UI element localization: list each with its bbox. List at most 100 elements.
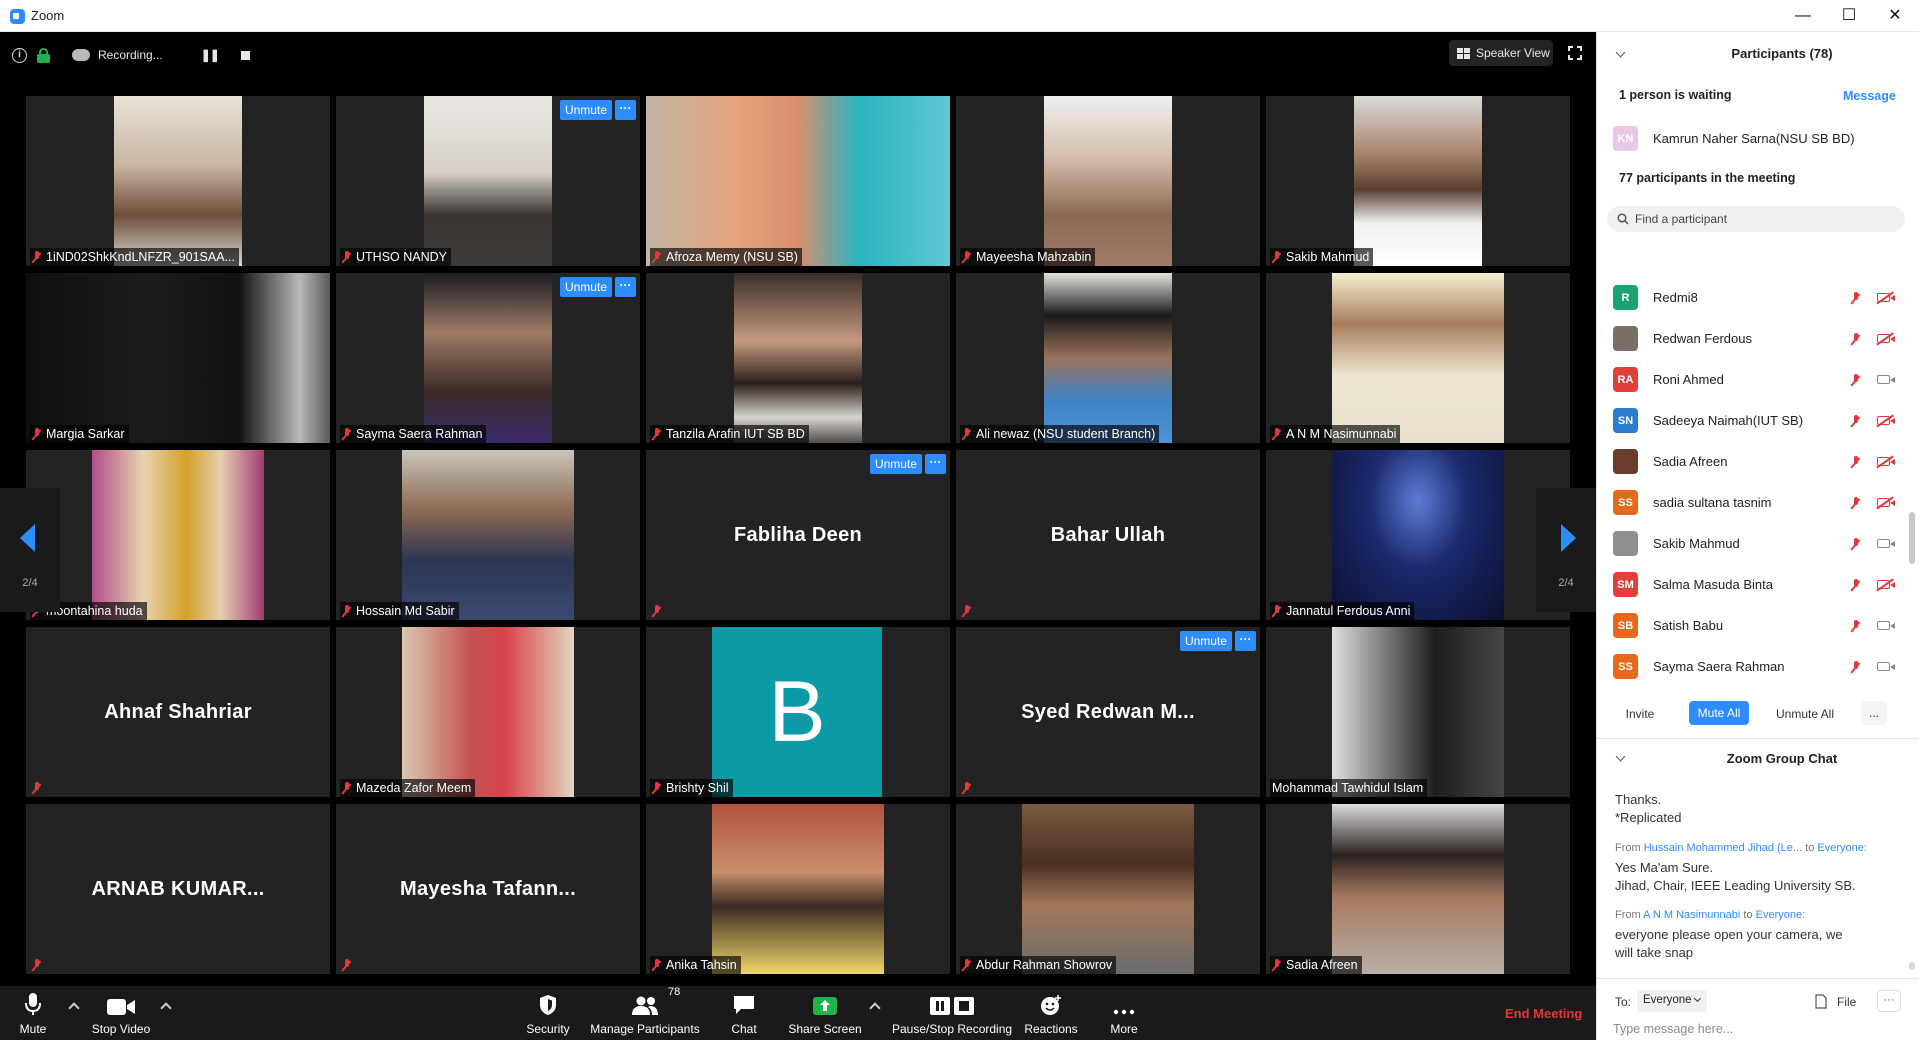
encryption-lock-icon[interactable] [37, 47, 50, 63]
video-tile[interactable]: Ali newaz (NSU student Branch) [956, 273, 1260, 443]
tile-more-button[interactable]: ··· [1235, 631, 1256, 651]
participant-row[interactable]: Sakib Mahmud [1613, 526, 1903, 562]
chat-recipient-link[interactable]: Everyone: [1817, 842, 1867, 854]
send-file-button[interactable]: File [1815, 992, 1859, 1012]
chat-recipient-dropdown[interactable]: Everyone [1637, 990, 1707, 1012]
chat-sender-link[interactable]: A N M Nasimunnabi [1643, 909, 1740, 921]
chat-sender-link[interactable]: Hussain Mohammed Jihad (Le... [1644, 842, 1802, 854]
video-camera-icon[interactable] [1877, 375, 1895, 384]
pause-recording-icon[interactable]: ❚❚ [201, 48, 220, 62]
video-camera-icon[interactable] [1877, 662, 1895, 671]
video-tile[interactable]: Tanzila Arafin IUT SB BD [646, 273, 950, 443]
video-tile[interactable]: Syed Redwan M... Unmute ··· [956, 627, 1260, 797]
video-tile[interactable]: Afroza Memy (NSU SB) [646, 96, 950, 266]
mute-all-button[interactable]: Mute All [1689, 701, 1749, 725]
collapse-chevron-icon[interactable] [1615, 751, 1626, 762]
participants-more-button[interactable]: ... [1861, 701, 1887, 725]
tile-more-button[interactable]: ··· [615, 100, 636, 120]
video-tile[interactable]: Bahar Ullah [956, 450, 1260, 620]
video-tile[interactable]: A N M Nasimunnabi [1266, 273, 1570, 443]
maximize-button[interactable]: ☐ [1826, 0, 1872, 32]
collapse-chevron-icon[interactable] [1615, 47, 1626, 58]
participant-row[interactable]: R Redmi8 [1613, 280, 1903, 316]
end-meeting-button[interactable]: End Meeting [1505, 1006, 1582, 1021]
manage-participants-button[interactable]: 78 Manage Participants [590, 986, 700, 1040]
video-off-icon[interactable] [1877, 498, 1895, 507]
video-camera-icon[interactable] [1877, 621, 1895, 630]
close-button[interactable]: ✕ [1872, 0, 1918, 32]
video-off-icon[interactable] [1877, 580, 1895, 589]
video-tile[interactable]: Abdur Rahman Showrov [956, 804, 1260, 974]
unmute-button[interactable]: Unmute [869, 454, 922, 474]
video-tile[interactable]: Mayeesha Mahzabin [956, 96, 1260, 266]
previous-page-button[interactable]: 2/4 [0, 488, 60, 612]
unmute-button[interactable]: Unmute [559, 100, 612, 120]
video-tile[interactable]: Sakib Mahmud [1266, 96, 1570, 266]
more-button[interactable]: More [1104, 986, 1144, 1040]
speaker-view-button[interactable]: Speaker View [1449, 40, 1553, 66]
participant-search[interactable]: Find a participant [1607, 206, 1905, 232]
video-off-icon[interactable] [1877, 293, 1895, 302]
muted-mic-icon[interactable] [1851, 455, 1861, 473]
muted-mic-icon[interactable] [1851, 660, 1861, 678]
participant-row[interactable]: Sadia Afreen [1613, 444, 1903, 480]
video-off-icon[interactable] [1877, 334, 1895, 343]
next-page-button[interactable]: 2/4 [1536, 488, 1596, 612]
unmute-button[interactable]: Unmute [1179, 631, 1232, 651]
muted-mic-icon[interactable] [1851, 537, 1861, 555]
video-tile[interactable]: Sadia Afreen [1266, 804, 1570, 974]
video-off-icon[interactable] [1877, 416, 1895, 425]
muted-mic-icon[interactable] [1851, 414, 1861, 432]
fullscreen-icon[interactable] [1568, 46, 1582, 60]
reactions-button[interactable]: Reactions [1024, 986, 1078, 1040]
pause-stop-recording-button[interactable]: Pause/Stop Recording [892, 986, 1012, 1040]
participant-row[interactable]: Redwan Ferdous [1613, 321, 1903, 357]
participant-row[interactable]: SN Sadeeya Naimah(IUT SB) [1613, 403, 1903, 439]
security-button[interactable]: Security [524, 986, 572, 1040]
chat-scrollbar[interactable] [1909, 962, 1915, 970]
tile-more-button[interactable]: ··· [615, 277, 636, 297]
chat-button[interactable]: Chat [726, 986, 762, 1040]
chat-more-button[interactable]: ··· [1877, 990, 1901, 1012]
video-tile[interactable]: 1iND02ShkKndLNFZR_901SAA... [26, 96, 330, 266]
muted-mic-icon[interactable] [1851, 496, 1861, 514]
share-screen-button[interactable]: Share Screen [788, 986, 862, 1040]
video-off-icon[interactable] [1877, 457, 1895, 466]
audio-options-chevron-icon[interactable] [68, 1002, 80, 1014]
video-tile[interactable]: Mohammad Tawhidul Islam [1266, 627, 1570, 797]
video-tile[interactable]: Mayesha Tafann... [336, 804, 640, 974]
minimize-button[interactable]: — [1780, 0, 1826, 32]
muted-mic-icon[interactable] [1851, 619, 1861, 637]
stop-recording-icon[interactable] [240, 50, 250, 60]
stop-video-button[interactable]: Stop Video [88, 986, 154, 1040]
video-camera-icon[interactable] [1877, 539, 1895, 548]
participant-row[interactable]: SM Salma Masuda Binta [1613, 567, 1903, 603]
participant-row[interactable]: SS sadia sultana tasnim [1613, 485, 1903, 521]
video-tile[interactable]: Fabliha Deen Unmute ··· [646, 450, 950, 620]
invite-button[interactable]: Invite [1615, 701, 1665, 725]
mute-button[interactable]: Mute [12, 986, 54, 1040]
chat-recipient-link[interactable]: Everyone: [1756, 909, 1806, 921]
video-tile[interactable]: Mazeda Zafor Meem [336, 627, 640, 797]
video-tile[interactable]: Ahnaf Shahriar [26, 627, 330, 797]
video-tile[interactable]: Jannatul Ferdous Anni [1266, 450, 1570, 620]
muted-mic-icon[interactable] [1851, 332, 1861, 350]
tile-more-button[interactable]: ··· [925, 454, 946, 474]
video-tile[interactable]: Unmute ··· UTHSO NANDY [336, 96, 640, 266]
participant-row[interactable]: RA Roni Ahmed [1613, 362, 1903, 398]
video-tile[interactable]: Unmute ··· Sayma Saera Rahman [336, 273, 640, 443]
message-waiting-link[interactable]: Message [1843, 89, 1896, 103]
muted-mic-icon[interactable] [1851, 373, 1861, 391]
video-tile[interactable]: moontahina huda [26, 450, 330, 620]
chat-message-input[interactable]: Type message here... [1613, 1022, 1903, 1040]
video-tile[interactable]: Margia Sarkar [26, 273, 330, 443]
participant-row[interactable]: SS Sayma Saera Rahman [1613, 649, 1903, 685]
meeting-info-icon[interactable]: i [12, 47, 27, 63]
waiting-participant-row[interactable]: KN Kamrun Naher Sarna(NSU SB BD) [1613, 121, 1903, 157]
unmute-button[interactable]: Unmute [559, 277, 612, 297]
muted-mic-icon[interactable] [1851, 291, 1861, 309]
video-tile[interactable]: B Brishty Shil [646, 627, 950, 797]
video-tile[interactable]: Hossain Md Sabir [336, 450, 640, 620]
unmute-all-button[interactable]: Unmute All [1767, 701, 1843, 725]
muted-mic-icon[interactable] [1851, 578, 1861, 596]
